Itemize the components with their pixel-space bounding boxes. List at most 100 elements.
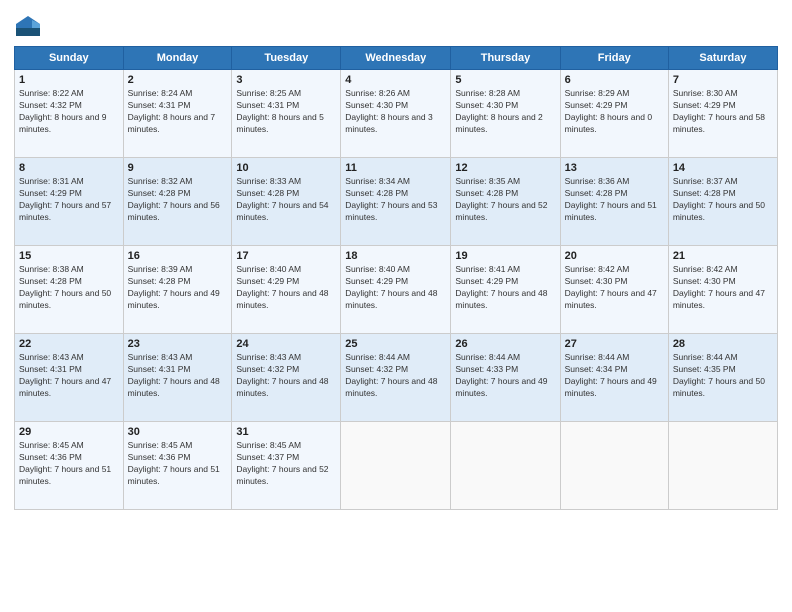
day-info: Sunrise: 8:40 AMSunset: 4:29 PMDaylight:…: [236, 264, 328, 310]
calendar-cell: 7 Sunrise: 8:30 AMSunset: 4:29 PMDayligh…: [668, 70, 777, 158]
week-row-3: 15 Sunrise: 8:38 AMSunset: 4:28 PMDaylig…: [15, 246, 778, 334]
calendar-cell: 10 Sunrise: 8:33 AMSunset: 4:28 PMDaylig…: [232, 158, 341, 246]
calendar-cell: 3 Sunrise: 8:25 AMSunset: 4:31 PMDayligh…: [232, 70, 341, 158]
day-number: 14: [673, 162, 773, 174]
day-number: 15: [19, 250, 119, 262]
day-info: Sunrise: 8:45 AMSunset: 4:37 PMDaylight:…: [236, 440, 328, 486]
calendar-cell: 11 Sunrise: 8:34 AMSunset: 4:28 PMDaylig…: [341, 158, 451, 246]
day-info: Sunrise: 8:43 AMSunset: 4:31 PMDaylight:…: [128, 352, 220, 398]
calendar: SundayMondayTuesdayWednesdayThursdayFrid…: [14, 46, 778, 510]
day-info: Sunrise: 8:45 AMSunset: 4:36 PMDaylight:…: [19, 440, 111, 486]
calendar-cell: [451, 422, 560, 510]
calendar-cell: 30 Sunrise: 8:45 AMSunset: 4:36 PMDaylig…: [123, 422, 232, 510]
day-number: 29: [19, 426, 119, 438]
day-number: 2: [128, 74, 228, 86]
day-info: Sunrise: 8:40 AMSunset: 4:29 PMDaylight:…: [345, 264, 437, 310]
day-info: Sunrise: 8:29 AMSunset: 4:29 PMDaylight:…: [565, 88, 652, 134]
weekday-monday: Monday: [123, 47, 232, 70]
calendar-cell: 2 Sunrise: 8:24 AMSunset: 4:31 PMDayligh…: [123, 70, 232, 158]
weekday-header-row: SundayMondayTuesdayWednesdayThursdayFrid…: [15, 47, 778, 70]
calendar-cell: 24 Sunrise: 8:43 AMSunset: 4:32 PMDaylig…: [232, 334, 341, 422]
weekday-saturday: Saturday: [668, 47, 777, 70]
day-number: 8: [19, 162, 119, 174]
calendar-cell: 28 Sunrise: 8:44 AMSunset: 4:35 PMDaylig…: [668, 334, 777, 422]
day-info: Sunrise: 8:44 AMSunset: 4:35 PMDaylight:…: [673, 352, 765, 398]
week-row-2: 8 Sunrise: 8:31 AMSunset: 4:29 PMDayligh…: [15, 158, 778, 246]
week-row-1: 1 Sunrise: 8:22 AMSunset: 4:32 PMDayligh…: [15, 70, 778, 158]
day-number: 1: [19, 74, 119, 86]
day-number: 20: [565, 250, 664, 262]
day-number: 11: [345, 162, 446, 174]
weekday-sunday: Sunday: [15, 47, 124, 70]
day-info: Sunrise: 8:25 AMSunset: 4:31 PMDaylight:…: [236, 88, 323, 134]
day-number: 26: [455, 338, 555, 350]
calendar-cell: 27 Sunrise: 8:44 AMSunset: 4:34 PMDaylig…: [560, 334, 668, 422]
calendar-cell: 13 Sunrise: 8:36 AMSunset: 4:28 PMDaylig…: [560, 158, 668, 246]
day-number: 13: [565, 162, 664, 174]
calendar-cell: 9 Sunrise: 8:32 AMSunset: 4:28 PMDayligh…: [123, 158, 232, 246]
day-info: Sunrise: 8:45 AMSunset: 4:36 PMDaylight:…: [128, 440, 220, 486]
calendar-cell: 6 Sunrise: 8:29 AMSunset: 4:29 PMDayligh…: [560, 70, 668, 158]
day-number: 31: [236, 426, 336, 438]
day-info: Sunrise: 8:35 AMSunset: 4:28 PMDaylight:…: [455, 176, 547, 222]
day-info: Sunrise: 8:44 AMSunset: 4:32 PMDaylight:…: [345, 352, 437, 398]
day-number: 30: [128, 426, 228, 438]
day-info: Sunrise: 8:31 AMSunset: 4:29 PMDaylight:…: [19, 176, 111, 222]
week-row-5: 29 Sunrise: 8:45 AMSunset: 4:36 PMDaylig…: [15, 422, 778, 510]
calendar-cell: 16 Sunrise: 8:39 AMSunset: 4:28 PMDaylig…: [123, 246, 232, 334]
calendar-cell: 23 Sunrise: 8:43 AMSunset: 4:31 PMDaylig…: [123, 334, 232, 422]
calendar-cell: 19 Sunrise: 8:41 AMSunset: 4:29 PMDaylig…: [451, 246, 560, 334]
logo: [14, 14, 46, 42]
day-number: 19: [455, 250, 555, 262]
calendar-cell: [560, 422, 668, 510]
day-number: 22: [19, 338, 119, 350]
header: [14, 10, 778, 42]
calendar-cell: 18 Sunrise: 8:40 AMSunset: 4:29 PMDaylig…: [341, 246, 451, 334]
day-info: Sunrise: 8:26 AMSunset: 4:30 PMDaylight:…: [345, 88, 432, 134]
day-number: 18: [345, 250, 446, 262]
week-row-4: 22 Sunrise: 8:43 AMSunset: 4:31 PMDaylig…: [15, 334, 778, 422]
calendar-cell: 29 Sunrise: 8:45 AMSunset: 4:36 PMDaylig…: [15, 422, 124, 510]
day-info: Sunrise: 8:37 AMSunset: 4:28 PMDaylight:…: [673, 176, 765, 222]
calendar-cell: 5 Sunrise: 8:28 AMSunset: 4:30 PMDayligh…: [451, 70, 560, 158]
logo-icon: [14, 14, 42, 42]
calendar-cell: [341, 422, 451, 510]
calendar-cell: 14 Sunrise: 8:37 AMSunset: 4:28 PMDaylig…: [668, 158, 777, 246]
weekday-wednesday: Wednesday: [341, 47, 451, 70]
day-info: Sunrise: 8:30 AMSunset: 4:29 PMDaylight:…: [673, 88, 765, 134]
day-number: 24: [236, 338, 336, 350]
day-info: Sunrise: 8:42 AMSunset: 4:30 PMDaylight:…: [673, 264, 765, 310]
calendar-cell: 15 Sunrise: 8:38 AMSunset: 4:28 PMDaylig…: [15, 246, 124, 334]
day-info: Sunrise: 8:34 AMSunset: 4:28 PMDaylight:…: [345, 176, 437, 222]
day-number: 27: [565, 338, 664, 350]
calendar-cell: 4 Sunrise: 8:26 AMSunset: 4:30 PMDayligh…: [341, 70, 451, 158]
day-number: 7: [673, 74, 773, 86]
day-number: 5: [455, 74, 555, 86]
day-info: Sunrise: 8:36 AMSunset: 4:28 PMDaylight:…: [565, 176, 657, 222]
day-info: Sunrise: 8:41 AMSunset: 4:29 PMDaylight:…: [455, 264, 547, 310]
weekday-thursday: Thursday: [451, 47, 560, 70]
day-info: Sunrise: 8:38 AMSunset: 4:28 PMDaylight:…: [19, 264, 111, 310]
day-number: 23: [128, 338, 228, 350]
day-number: 17: [236, 250, 336, 262]
day-info: Sunrise: 8:28 AMSunset: 4:30 PMDaylight:…: [455, 88, 542, 134]
day-info: Sunrise: 8:39 AMSunset: 4:28 PMDaylight:…: [128, 264, 220, 310]
calendar-cell: 31 Sunrise: 8:45 AMSunset: 4:37 PMDaylig…: [232, 422, 341, 510]
day-number: 6: [565, 74, 664, 86]
calendar-cell: 25 Sunrise: 8:44 AMSunset: 4:32 PMDaylig…: [341, 334, 451, 422]
day-info: Sunrise: 8:43 AMSunset: 4:31 PMDaylight:…: [19, 352, 111, 398]
day-info: Sunrise: 8:42 AMSunset: 4:30 PMDaylight:…: [565, 264, 657, 310]
calendar-cell: 1 Sunrise: 8:22 AMSunset: 4:32 PMDayligh…: [15, 70, 124, 158]
page: SundayMondayTuesdayWednesdayThursdayFrid…: [0, 0, 792, 612]
day-number: 16: [128, 250, 228, 262]
weekday-friday: Friday: [560, 47, 668, 70]
day-number: 28: [673, 338, 773, 350]
day-number: 4: [345, 74, 446, 86]
calendar-cell: 22 Sunrise: 8:43 AMSunset: 4:31 PMDaylig…: [15, 334, 124, 422]
calendar-cell: 21 Sunrise: 8:42 AMSunset: 4:30 PMDaylig…: [668, 246, 777, 334]
day-info: Sunrise: 8:33 AMSunset: 4:28 PMDaylight:…: [236, 176, 328, 222]
calendar-cell: 17 Sunrise: 8:40 AMSunset: 4:29 PMDaylig…: [232, 246, 341, 334]
calendar-cell: 26 Sunrise: 8:44 AMSunset: 4:33 PMDaylig…: [451, 334, 560, 422]
day-number: 10: [236, 162, 336, 174]
day-info: Sunrise: 8:22 AMSunset: 4:32 PMDaylight:…: [19, 88, 106, 134]
